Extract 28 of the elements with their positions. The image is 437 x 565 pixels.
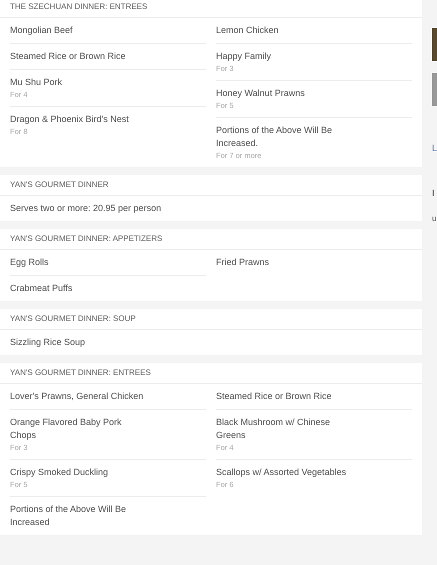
sidebar-heading: I [432, 188, 435, 198]
section-title: YAN'S GOURMET DINNER: ENTREES [0, 363, 422, 384]
menu-item-name: Steamed Rice or Brown Rice [10, 50, 127, 63]
menu-item-name: Sizzling Rice Soup [10, 336, 86, 349]
menu-item-name: Fried Prawns [216, 256, 270, 269]
menu-item-name: Orange Flavored Baby Pork Chops [10, 416, 123, 442]
menu-item-name: Scallops w/ Assorted Vegetables [216, 466, 348, 479]
sidebar-link[interactable]: L [432, 143, 437, 153]
menu-item-name: Serves two or more: 20.95 per person [10, 202, 162, 215]
menu-item-name: Portions of the Above Will Be Increased [10, 503, 128, 529]
menu-item-name: Steamed Rice or Brown Rice [216, 390, 333, 403]
section-title: THE SZECHUAN DINNER: ENTREES [0, 0, 422, 18]
menu-item-name: Mu Shu Pork [10, 76, 64, 89]
section-title: YAN'S GOURMET DINNER: SOUP [0, 309, 422, 330]
menu-item-name: Black Mushroom w/ Chinese Greens [216, 416, 332, 442]
menu-item-name: Honey Walnut Prawns [216, 87, 306, 100]
menu-item-name: Dragon & Phoenix Bird's Nest [10, 113, 130, 126]
section-title: YAN'S GOURMET DINNER [0, 175, 422, 196]
menu-item-name: Portions of the Above Will Be Increased. [216, 124, 334, 150]
section-title: YAN'S GOURMET DINNER: APPETIZERS [0, 229, 422, 250]
menu-item-name: Crabmeat Puffs [10, 282, 74, 295]
menu-item-name: Lemon Chicken [216, 24, 280, 37]
menu-item-name: Mongolian Beef [10, 24, 74, 37]
menu-item-name: Lover's Prawns, General Chicken [10, 390, 144, 403]
menu-item-name: Egg Rolls [10, 256, 50, 269]
sidebar-text: u [432, 214, 436, 223]
menu-item-name: Crispy Smoked Duckling [10, 466, 110, 479]
menu-item-name: Happy Family [216, 50, 272, 63]
